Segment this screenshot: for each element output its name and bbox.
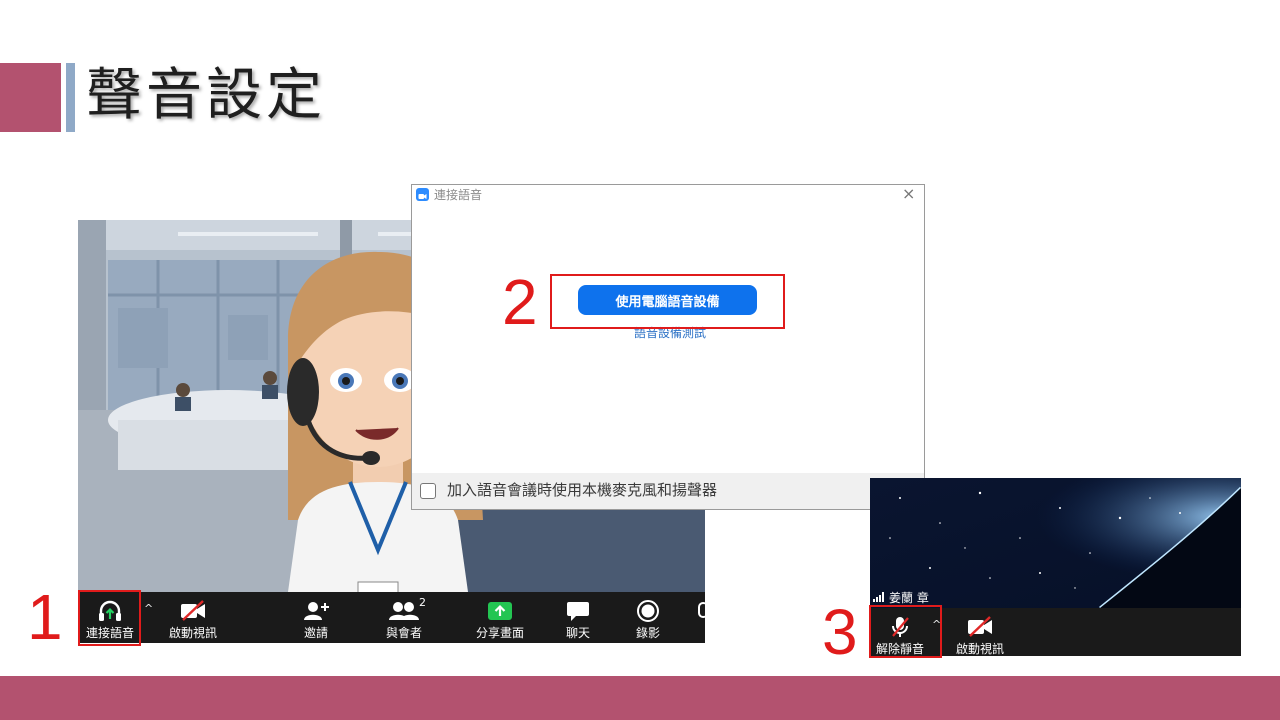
participant-video [870, 478, 1241, 608]
share-screen-button[interactable]: 分享畫面 [468, 592, 532, 643]
zoom-app-icon [416, 188, 429, 201]
step-1-highlight [78, 590, 141, 646]
record-icon [636, 598, 660, 624]
title-accent-band [0, 63, 61, 132]
add-person-icon [302, 598, 330, 624]
close-icon[interactable]: × [902, 185, 915, 203]
chat-icon [566, 598, 590, 624]
meeting-toolbar: 連接語音 ^ 啟動視訊 邀請 與會者 2 分享畫面 聊天 錄影 [78, 592, 705, 643]
step-2-highlight [550, 274, 785, 329]
step-3-highlight [869, 605, 942, 658]
chat-button[interactable]: 聊天 [556, 592, 600, 643]
invite-button[interactable]: 邀請 [286, 592, 346, 643]
signal-icon [873, 591, 885, 605]
participant-count-badge: 2 [419, 596, 426, 609]
join-audio-dialog: 連接語音 × 使用電腦語音設備 語音設備測試 加入語音會議時使用本機麥克風和揚聲… [411, 184, 925, 510]
dialog-titlebar: 連接語音 × [412, 185, 924, 205]
start-video-button-small[interactable]: 啟動視訊 [950, 608, 1010, 659]
participants-icon [389, 598, 419, 624]
auto-join-audio-label: 加入語音會議時使用本機麥克風和揚聲器 [447, 481, 718, 499]
step-2-label: 2 [502, 266, 538, 338]
audio-options-caret[interactable]: ^ [144, 602, 153, 615]
video-off-icon [179, 598, 207, 624]
footer-accent-band [0, 676, 1280, 720]
step-1-label: 1 [27, 581, 63, 653]
more-tools-icon[interactable] [698, 602, 705, 618]
slide-title: 聲音設定 [86, 63, 326, 128]
participants-button[interactable]: 與會者 [372, 592, 436, 643]
title-accent-bar [66, 63, 75, 132]
dialog-title: 連接語音 [434, 188, 483, 202]
start-video-button[interactable]: 啟動視訊 [163, 592, 223, 643]
step-3-label: 3 [822, 596, 858, 668]
dialog-footer: 加入語音會議時使用本機麥克風和揚聲器 [412, 473, 924, 509]
record-button[interactable]: 錄影 [626, 592, 670, 643]
auto-join-audio-checkbox[interactable] [420, 483, 436, 499]
video-off-icon [966, 614, 994, 640]
participant-name-label: 姜蘭 章 [873, 591, 929, 605]
share-screen-icon [487, 598, 513, 624]
